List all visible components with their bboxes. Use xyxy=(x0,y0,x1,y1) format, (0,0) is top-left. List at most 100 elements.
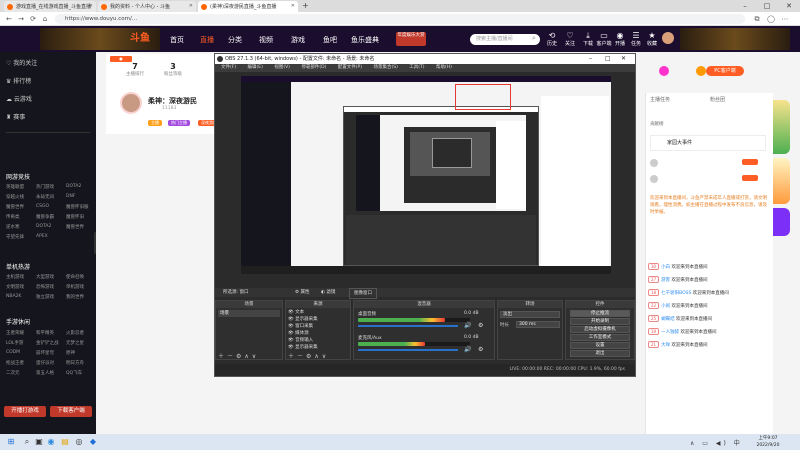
menu-icon[interactable]: ⋯ xyxy=(780,14,790,24)
sidebar-game-link[interactable]: CSGO xyxy=(36,204,49,209)
search-input[interactable]: 搜索主播/直播间 xyxy=(470,34,540,45)
nav-home[interactable]: 首页 xyxy=(170,35,184,45)
client-button[interactable]: ▭ 客户端 xyxy=(596,31,612,47)
sidebar-game-link[interactable]: 蛋仔派对 xyxy=(36,360,54,366)
gear-icon[interactable]: ⚙ xyxy=(478,322,483,329)
chat-username[interactable]: 游客 xyxy=(661,278,670,283)
extensions-icon[interactable]: ⧉ xyxy=(752,14,762,24)
sidebar-game-link[interactable]: 恐怖游戏 xyxy=(36,284,54,290)
url-input[interactable]: https://www.douyu.com/... xyxy=(55,14,745,24)
selection-box[interactable] xyxy=(455,84,511,110)
sidebar-game-link[interactable]: 王者荣耀 xyxy=(6,330,24,336)
chat-username[interactable]: 一人独醉 xyxy=(661,330,679,335)
app-icon[interactable]: ◆ xyxy=(88,437,98,447)
browser-tab-active[interactable]: (柔神)深夜游民直播_斗鱼直播 ✕ xyxy=(198,1,298,12)
close-icon[interactable]: ✕ xyxy=(89,3,93,9)
maximize-icon[interactable]: □ xyxy=(756,0,778,12)
edge-icon[interactable]: ◉ xyxy=(46,437,56,447)
obs-control-button[interactable]: 停止推流 xyxy=(570,310,630,317)
sidebar-game-link[interactable]: 元梦之星 xyxy=(66,340,84,346)
tag-hot[interactable]: 热门主播 xyxy=(168,120,190,126)
obs-control-button[interactable]: 设置 xyxy=(570,342,630,349)
window-close-icon[interactable]: ✕ xyxy=(621,54,626,64)
fan-club-card[interactable]: 家园大事件 xyxy=(650,135,766,151)
close-icon[interactable]: ✕ xyxy=(291,3,295,9)
sidebar-item-following[interactable]: ♡ 我的关注 xyxy=(6,58,37,67)
avatar[interactable] xyxy=(662,32,674,44)
douyu-logo[interactable]: 斗鱼 xyxy=(130,30,150,48)
menu-help[interactable]: 帮助(H) xyxy=(436,65,452,70)
sidebar-game-link[interactable]: 魔兽世界 xyxy=(66,224,84,230)
menu-scene-collection[interactable]: 场景集合(S) xyxy=(373,65,397,70)
chat-username[interactable]: 小闹 xyxy=(661,304,670,309)
sidebar-game-link[interactable]: NBA2K xyxy=(6,294,21,299)
nav-live[interactable]: 直播 xyxy=(200,35,214,45)
chat-username[interactable]: 蝴蝶结 xyxy=(661,317,675,322)
window-close-icon[interactable]: ✕ xyxy=(778,0,800,12)
menu-profile[interactable]: 配置文件(P) xyxy=(338,65,362,70)
sidebar-game-link[interactable]: 热门游戏 xyxy=(36,184,54,190)
tray-icons[interactable]: ∧ ▭ ◀) 中 xyxy=(690,438,743,447)
sidebar-game-link[interactable]: 原神 xyxy=(66,350,75,356)
streamer-avatar[interactable] xyxy=(120,92,142,114)
sidebar-game-link[interactable]: 单机游戏 xyxy=(66,284,84,290)
source-item[interactable]: 👁 音频输入 xyxy=(288,338,348,344)
volume-slider[interactable] xyxy=(358,349,458,351)
sidebar-game-link[interactable]: 大型游戏 xyxy=(36,274,54,280)
sidebar-game-link[interactable]: 二次元 xyxy=(6,370,20,376)
close-icon[interactable]: ✕ xyxy=(189,3,193,9)
forward-icon[interactable]: → xyxy=(16,14,26,24)
sidebar-game-link[interactable]: 魔兽世界 xyxy=(6,204,24,210)
tab-anchor-tasks[interactable]: 主播任务 xyxy=(650,96,670,103)
search-icon[interactable]: ⌕ xyxy=(22,437,32,447)
obs-control-button[interactable]: 退出 xyxy=(570,350,630,357)
favorites-button[interactable]: ★ 收藏 xyxy=(644,31,660,47)
menu-file[interactable]: 文件(F) xyxy=(221,65,236,70)
gift-icon[interactable] xyxy=(659,66,669,76)
menu-edit[interactable]: 编辑(E) xyxy=(248,65,263,70)
sidebar-game-link[interactable]: DOTA2 xyxy=(66,184,81,189)
source-item[interactable]: 👁 显示器采集 xyxy=(288,317,348,323)
image-window-button[interactable]: 图像窗口 xyxy=(349,288,377,299)
pc-client-button[interactable]: PC客户端 xyxy=(706,66,744,76)
maximize-icon[interactable]: □ xyxy=(605,54,611,64)
nav-yuba[interactable]: 鱼吧 xyxy=(323,35,337,45)
sidebar-game-link[interactable]: 主机游戏 xyxy=(6,274,24,280)
sidebar-game-link[interactable]: 文明游戏 xyxy=(6,284,24,290)
sidebar-game-link[interactable]: 火影忍者 xyxy=(66,330,84,336)
tasks-button[interactable]: ☰ 任务 xyxy=(628,31,644,47)
rank-action-button[interactable] xyxy=(742,175,758,181)
back-icon[interactable]: ← xyxy=(4,14,14,24)
source-item[interactable]: 👁 媒体源 xyxy=(288,331,348,337)
sidebar-game-link[interactable]: 魔兽怀旧服 xyxy=(66,204,89,210)
nav-festival[interactable]: 鱼乐盛典 xyxy=(351,35,379,45)
streamer-name[interactable]: 柔神：深夜游民 xyxy=(148,96,197,106)
go-live-button[interactable]: ◉ 开播 xyxy=(612,31,628,47)
new-tab-icon[interactable]: + xyxy=(302,1,309,10)
sidebar-item-ranking[interactable]: ♛ 排行榜 xyxy=(6,76,31,85)
sidebar-game-link[interactable]: DOTA2 xyxy=(36,224,51,229)
sidebar-game-link[interactable]: 传奇类 xyxy=(6,214,20,220)
clock[interactable]: 上午9:07 2022/9/20 xyxy=(748,435,788,449)
tab-fan-club[interactable]: 粉丝团 xyxy=(710,96,725,103)
file-explorer-icon[interactable]: ▤ xyxy=(60,437,70,447)
sidebar-item-events[interactable]: ♜ 赛事 xyxy=(6,112,25,121)
sidebar-game-link[interactable]: 第五人格 xyxy=(36,370,54,376)
menu-tools[interactable]: 工具(T) xyxy=(409,65,424,70)
menu-view[interactable]: 视图(V) xyxy=(274,65,290,70)
sidebar-game-link[interactable]: 永劫无间 xyxy=(36,194,54,200)
obs-preview[interactable] xyxy=(241,76,611,274)
promo-badge[interactable]: 年度娱乐大赏 xyxy=(396,32,426,46)
history-button[interactable]: ⟲ 历史 xyxy=(544,31,560,47)
sidebar-game-link[interactable]: 明日方舟 xyxy=(66,360,84,366)
windows-start-icon[interactable]: ⊞ xyxy=(6,437,16,447)
search-icon[interactable]: ⌕ xyxy=(532,34,536,43)
speaker-icon[interactable]: 🔊 xyxy=(464,322,471,329)
sidebar-game-link[interactable]: 金铲铲之战 xyxy=(36,340,59,346)
go-live-game-button[interactable]: 开播打游戏 xyxy=(4,406,46,417)
sidebar-game-link[interactable]: CODM xyxy=(6,350,20,355)
task-view-icon[interactable]: ▣ xyxy=(34,437,44,447)
nav-category[interactable]: 分类 xyxy=(228,35,242,45)
sidebar-game-link[interactable]: 枪战王者 xyxy=(6,360,24,366)
sidebar-game-link[interactable]: DNF xyxy=(66,194,75,199)
